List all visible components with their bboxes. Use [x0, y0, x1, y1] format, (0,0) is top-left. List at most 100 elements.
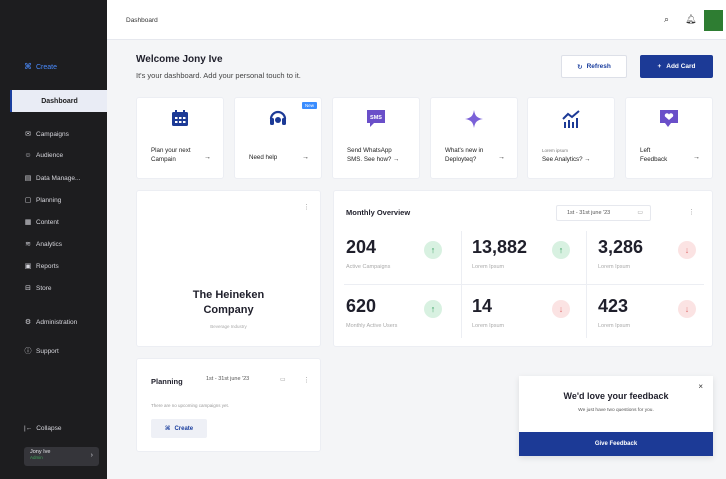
quick-card-analytics[interactable]: Lorem ipsum See Analytics? →: [527, 97, 615, 179]
user-profile-menu[interactable]: Jony Ive Admin ›: [24, 447, 99, 466]
calendar-icon[interactable]: ▭: [280, 376, 286, 383]
plus-icon: +: [657, 63, 662, 70]
sidebar-item-label: Analytics: [36, 240, 63, 248]
sidebar-item-reports[interactable]: ▣ Reports: [24, 262, 59, 271]
stat-value: 620: [346, 296, 377, 316]
audience-icon: ☺: [24, 152, 32, 159]
overview-date-picker[interactable]: 1st - 31st june '23 ▭: [556, 205, 651, 221]
calendar-icon: [137, 109, 223, 132]
administration-icon: ⚙: [24, 319, 32, 326]
trend-down-icon: ↓: [552, 300, 570, 318]
trend-up-icon: ↑: [424, 241, 442, 259]
sidebar-item-label: Planning: [36, 196, 62, 204]
kebab-menu-icon[interactable]: ⋮: [303, 376, 310, 384]
planning-title: Planning: [151, 377, 183, 386]
kebab-menu-icon[interactable]: ⋮: [303, 203, 310, 211]
quick-card-whatsapp-sms[interactable]: SMS Send WhatsApp SMS. See how? →: [332, 97, 420, 179]
stat-value: 14: [472, 296, 493, 316]
stat-value: 13,882: [472, 237, 528, 257]
sidebar-item-planning[interactable]: ▢ Planning: [24, 196, 62, 205]
sidebar-item-data-management[interactable]: ▤ Data Manage...: [24, 174, 81, 183]
search-icon[interactable]: ⌕: [664, 14, 669, 25]
overview-title: Monthly Overview: [346, 208, 411, 217]
planning-date-range[interactable]: 1st - 31st june '23: [206, 376, 249, 382]
company-card: ⋮ The Heineken Company Beverage Industry: [136, 190, 321, 347]
sidebar-collapse-button[interactable]: |← Collapse: [24, 425, 62, 432]
sparkle-icon: [431, 109, 517, 134]
content-icon: ▦: [24, 219, 32, 226]
feedback-icon: [626, 109, 712, 134]
create-icon: ⌘: [164, 426, 171, 432]
chevron-right-icon: ›: [90, 452, 93, 459]
sidebar-item-label: Audience: [36, 152, 64, 159]
stat-value: 3,286: [598, 237, 644, 257]
stat-monthly-active-users: 620 Monthly Active Users ↑: [346, 296, 456, 346]
feedback-subtitle: We just have two questions for you.: [578, 408, 654, 413]
feedback-title: We'd love your feedback: [563, 391, 669, 401]
quick-card-plan-campaign[interactable]: Plan your next Campain →: [136, 97, 224, 179]
quick-card-whats-new[interactable]: What's new in Deployteq? →: [430, 97, 518, 179]
feedback-popup: × We'd love your feedback We just have t…: [519, 376, 713, 456]
sidebar-item-support[interactable]: ⓘ Support: [24, 346, 59, 356]
quick-card-feedback[interactable]: Left Feedback →: [625, 97, 713, 179]
sidebar-item-analytics[interactable]: ≋ Analytics: [24, 240, 63, 249]
campaigns-icon: ✉: [25, 131, 31, 138]
sidebar-item-label: Administration: [36, 318, 78, 326]
quick-card-label: Lorem ipsum See Analytics? →: [542, 148, 591, 163]
company-industry: Beverage Industry: [210, 324, 247, 329]
trend-up-icon: ↑: [552, 241, 570, 259]
sidebar-item-administration[interactable]: ⚙ Administration: [24, 318, 78, 327]
add-card-button[interactable]: + Add Card: [640, 55, 713, 78]
stat-label: Lorem Ipsum: [598, 264, 631, 270]
sidebar-item-content[interactable]: ▦ Content: [24, 218, 59, 227]
stat-value: 204: [346, 237, 377, 257]
new-badge: New: [301, 102, 317, 109]
collapse-icon: |←: [24, 425, 33, 432]
sidebar-item-label: Content: [36, 218, 59, 226]
welcome-title: Welcome Jony Ive: [136, 54, 223, 65]
trend-down-icon: ↓: [678, 241, 696, 259]
quick-card-label: Need help: [249, 154, 278, 161]
quick-card-label: Left Feedback: [640, 147, 668, 163]
close-icon[interactable]: ×: [698, 382, 703, 391]
refresh-button[interactable]: ↻ Refresh: [561, 55, 627, 78]
quick-card-need-help[interactable]: New Need help →: [234, 97, 322, 179]
stat-label: Lorem Ipsum: [472, 264, 505, 270]
arrow-right-icon: →: [204, 154, 211, 161]
sms-icon: SMS: [333, 109, 419, 134]
quick-card-label: Plan your next Campain: [151, 147, 191, 163]
sidebar-item-store[interactable]: ⊟ Store: [24, 284, 51, 293]
stat-metric: 14 Lorem Ipsum ↓: [472, 296, 582, 346]
stat-value: 423: [598, 296, 629, 316]
sidebar-create-label: Create: [36, 63, 58, 71]
add-card-label: Add Card: [666, 63, 696, 70]
sidebar-item-audience[interactable]: ☺ Audience: [24, 152, 63, 159]
stat-label: Lorem Ipsum: [598, 323, 631, 329]
quick-card-label: Send WhatsApp SMS. See how? →: [347, 147, 400, 163]
user-role: Admin: [30, 455, 43, 460]
planning-card: Planning 1st - 31st june '23 ▭ ⋮ There a…: [136, 358, 321, 452]
kebab-menu-icon[interactable]: ⋮: [688, 208, 695, 216]
overview-date-range: 1st - 31st june '23: [567, 210, 611, 216]
calendar-icon: ▭: [637, 210, 643, 216]
sidebar-item-dashboard[interactable]: Dashboard: [10, 90, 107, 112]
reports-icon: ▣: [24, 263, 32, 270]
sidebar-item-label: Support: [36, 347, 59, 355]
database-icon: ▤: [24, 175, 32, 182]
sidebar-item-campaigns[interactable]: ✉ Campaigns: [24, 130, 69, 139]
avatar[interactable]: [704, 10, 723, 31]
planning-create-button[interactable]: ⌘ Create: [151, 419, 207, 438]
stat-metric: 423 Lorem Ipsum ↓: [598, 296, 708, 346]
stat-label: Lorem Ipsum: [472, 323, 505, 329]
sidebar-create-button[interactable]: ⌘ Create: [24, 63, 57, 71]
notification-bell-icon[interactable]: 🔔︎: [685, 14, 696, 25]
sidebar-item-label: Reports: [36, 262, 59, 270]
headset-icon: [235, 109, 321, 132]
give-feedback-button[interactable]: Give Feedback: [519, 432, 713, 456]
planning-icon: ▢: [24, 197, 32, 204]
create-icon: ⌘: [24, 62, 32, 71]
refresh-icon: ↻: [577, 63, 583, 71]
arrow-right-icon: →: [302, 154, 309, 161]
stat-label: Active Campaigns: [346, 264, 391, 270]
company-name: The Heineken Company: [192, 289, 265, 316]
